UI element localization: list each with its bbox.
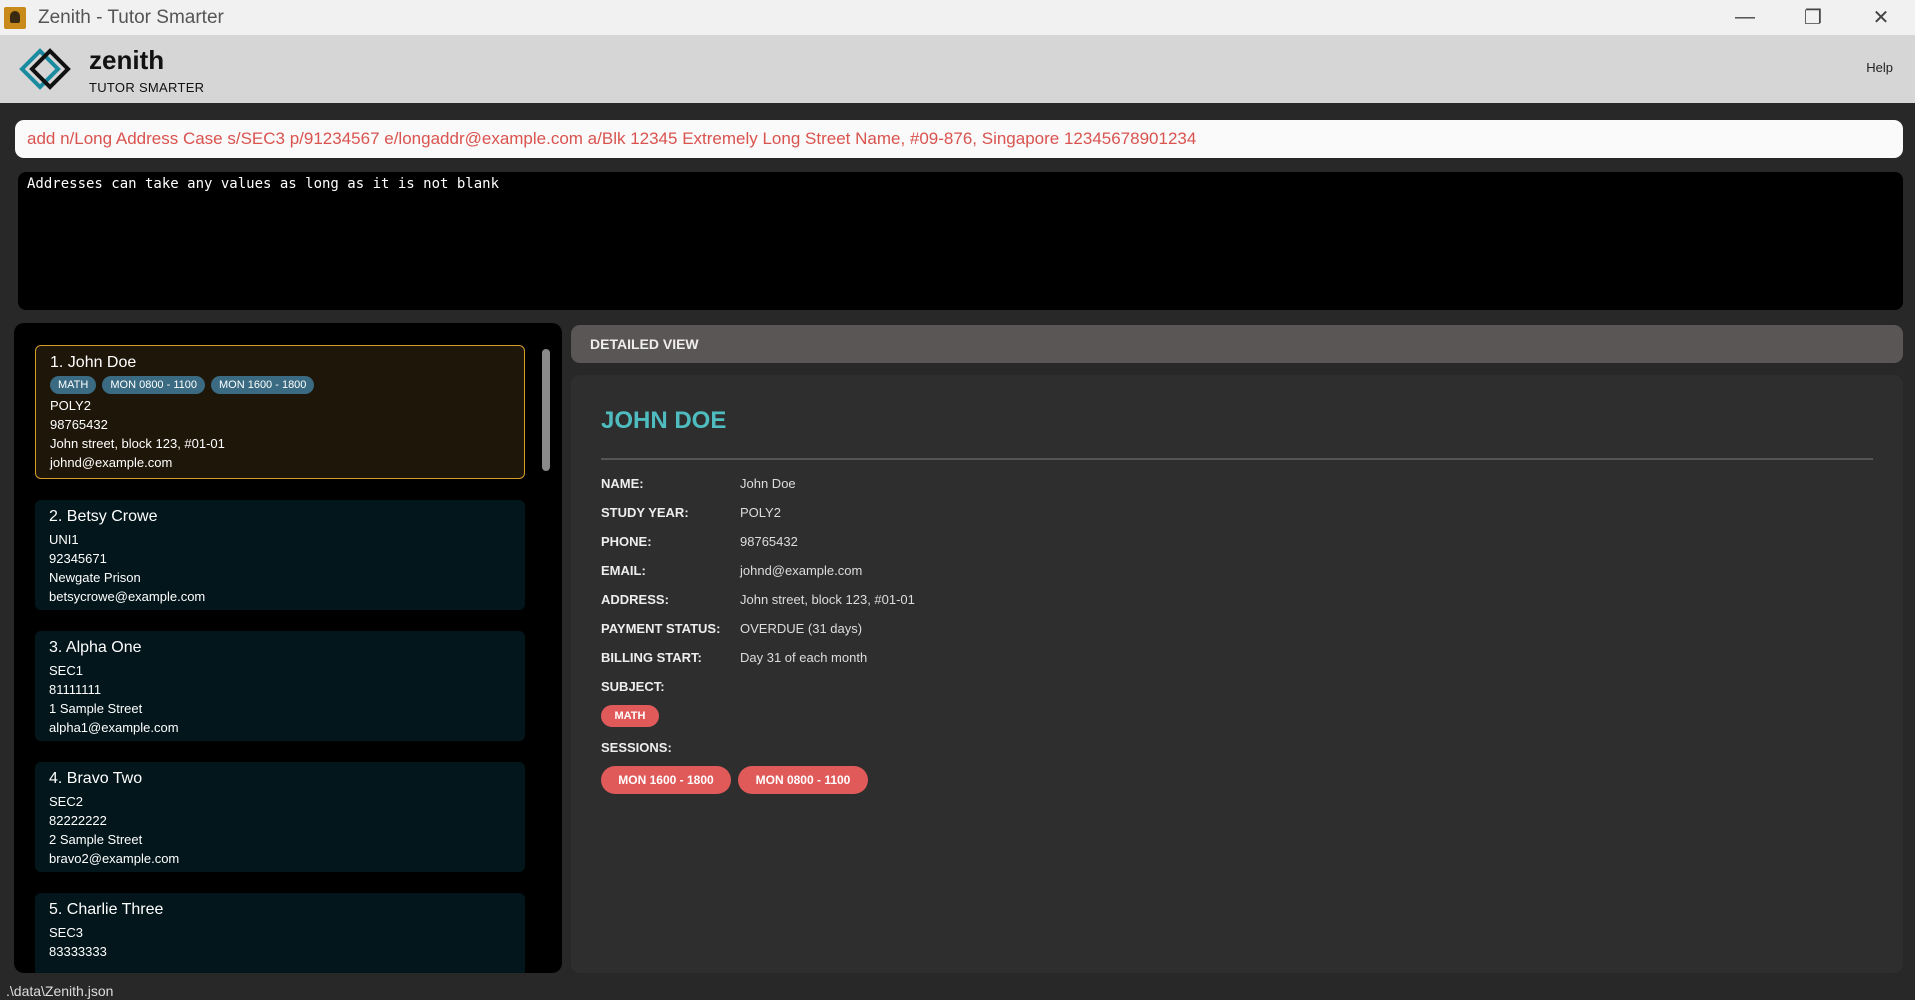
- close-icon[interactable]: ✕: [1847, 0, 1915, 35]
- person-phone: 82222222: [49, 813, 107, 828]
- subject-pill: MATH: [601, 705, 659, 727]
- command-input[interactable]: add n/Long Address Case s/SEC3 p/9123456…: [15, 120, 1903, 158]
- study-year-value: POLY2: [740, 505, 781, 520]
- window-titlebar: Zenith - Tutor Smarter — ❐ ✕: [0, 0, 1915, 35]
- person-email: johnd@example.com: [50, 455, 173, 470]
- person-name: 5. Charlie Three: [49, 901, 164, 918]
- person-phone: 81111111: [49, 682, 102, 697]
- name-label: NAME:: [601, 476, 644, 491]
- session-pill: MON 0800 - 1100: [738, 766, 868, 794]
- address-value: John street, block 123, #01-01: [740, 592, 915, 607]
- restore-icon[interactable]: ❐: [1779, 0, 1847, 35]
- person-name: 3. Alpha One: [49, 639, 142, 656]
- person-card[interactable]: 1. John Doe MATH MON 0800 - 1100 MON 160…: [35, 345, 525, 479]
- payment-status-value: OVERDUE (31 days): [740, 621, 863, 636]
- person-card[interactable]: 3. Alpha One SEC1 81111111 1 Sample Stre…: [35, 631, 525, 741]
- brand-tagline: TUTOR SMARTER: [89, 80, 205, 95]
- zenith-logo-icon: [19, 48, 71, 90]
- person-address: John street, block 123, #01-01: [50, 436, 225, 451]
- result-display: Addresses can take any values as long as…: [18, 172, 1903, 310]
- detail-divider: [601, 458, 1873, 460]
- detail-view-header: DETAILED VIEW: [571, 325, 1903, 363]
- study-year-label: STUDY YEAR:: [601, 505, 689, 520]
- person-study-year: SEC3: [49, 925, 83, 940]
- person-name: 4. Bravo Two: [49, 770, 143, 787]
- app-icon: [4, 6, 26, 29]
- save-location-path: .\data\Zenith.json: [6, 983, 114, 999]
- email-label: EMAIL:: [601, 563, 646, 578]
- person-study-year: UNI1: [49, 532, 79, 547]
- email-value: johnd@example.com: [740, 563, 863, 578]
- person-address: 1 Sample Street: [49, 701, 143, 716]
- person-study-year: SEC1: [49, 663, 83, 678]
- person-tags: MATH MON 0800 - 1100 MON 1600 - 1800: [50, 376, 510, 394]
- address-label: ADDRESS:: [601, 592, 669, 607]
- window-controls: — ❐ ✕: [1711, 0, 1915, 35]
- minimize-icon[interactable]: —: [1711, 0, 1779, 35]
- person-phone: 98765432: [50, 417, 108, 432]
- detail-panel: JOHN DOE NAME: John Doe STUDY YEAR: POLY…: [571, 375, 1903, 973]
- sessions-label: SESSIONS:: [601, 740, 672, 755]
- person-study-year: SEC2: [49, 794, 83, 809]
- person-address: 2 Sample Street: [49, 832, 143, 847]
- person-email: betsycrowe@example.com: [49, 589, 206, 604]
- person-phone: 83333333: [49, 944, 107, 959]
- help-menu[interactable]: Help: [1866, 60, 1893, 75]
- phone-label: PHONE:: [601, 534, 652, 549]
- person-name: 2. Betsy Crowe: [49, 508, 158, 525]
- billing-start-value: Day 31 of each month: [740, 650, 868, 665]
- result-message: Addresses can take any values as long as…: [27, 176, 500, 192]
- person-email: bravo2@example.com: [49, 851, 180, 866]
- subject-label: SUBJECT:: [601, 679, 665, 694]
- person-card[interactable]: 2. Betsy Crowe UNI1 92345671 Newgate Pri…: [35, 500, 525, 610]
- person-phone: 92345671: [49, 551, 107, 566]
- list-scrollbar[interactable]: [542, 349, 550, 471]
- tag: MON 1600 - 1800: [210, 376, 315, 394]
- payment-status-label: PAYMENT STATUS:: [601, 621, 721, 636]
- person-address: Newgate Prison: [49, 570, 141, 585]
- person-list-panel[interactable]: 1. John Doe MATH MON 0800 - 1100 MON 160…: [14, 323, 562, 973]
- person-card[interactable]: 4. Bravo Two SEC2 82222222 2 Sample Stre…: [35, 762, 525, 872]
- phone-value: 98765432: [740, 534, 798, 549]
- billing-start-label: BILLING START:: [601, 650, 702, 665]
- detail-title: JOHN DOE: [601, 407, 727, 434]
- session-pill: MON 1600 - 1800: [601, 766, 731, 794]
- tag: MATH: [50, 376, 97, 394]
- name-value: John Doe: [740, 476, 796, 491]
- window-title: Zenith - Tutor Smarter: [38, 6, 224, 28]
- app-header: zenith TUTOR SMARTER Help: [0, 35, 1915, 103]
- tag: MON 0800 - 1100: [102, 376, 205, 394]
- person-name: 1. John Doe: [50, 354, 137, 371]
- brand-name: zenith: [89, 45, 165, 75]
- person-study-year: POLY2: [50, 398, 91, 413]
- person-email: alpha1@example.com: [49, 720, 179, 735]
- person-card[interactable]: 5. Charlie Three SEC3 83333333: [35, 893, 525, 973]
